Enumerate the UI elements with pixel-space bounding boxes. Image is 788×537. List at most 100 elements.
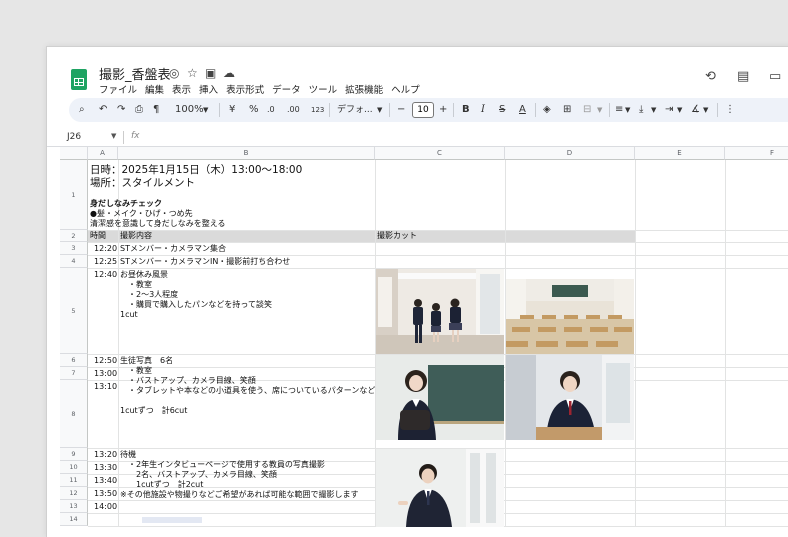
row-header[interactable]: 10 (60, 461, 88, 474)
menu-insert[interactable]: 挿入 (199, 82, 218, 96)
text-wrap-icon[interactable]: ⇥ (665, 103, 673, 117)
menu-tools[interactable]: ツール (309, 82, 338, 96)
comment-icon[interactable]: ▤ (737, 69, 749, 84)
font-size-input[interactable]: 10 (412, 102, 434, 118)
time-cell[interactable]: 12:50 (94, 356, 117, 366)
paint-format-icon[interactable]: ¶ (153, 103, 159, 117)
name-box-dropdown-icon[interactable]: ▼ (111, 132, 116, 140)
row-header[interactable]: 9 (60, 448, 88, 461)
meet-icon[interactable]: ▭ (769, 69, 781, 84)
time-cell[interactable]: 13:50 (94, 489, 117, 499)
row-header[interactable]: 13 (60, 500, 88, 513)
wrap-dropdown-icon[interactable]: ▼ (677, 103, 682, 117)
decrease-decimal-button[interactable]: .0 (267, 103, 275, 117)
at-sign-icon[interactable]: ◎ (169, 66, 179, 80)
menu-extensions[interactable]: 拡張機能 (345, 82, 383, 96)
italic-button[interactable]: I (481, 103, 485, 117)
event-date[interactable]: 日時：2025年1月15日（木）13:00〜18:00 (90, 164, 302, 177)
search-icon[interactable]: ⌕ (79, 103, 85, 117)
content-cell[interactable]: STメンバー・カメラマンIN・撮影前打ち合わせ (120, 257, 290, 267)
borders-icon[interactable]: ⊞ (563, 103, 571, 117)
strikethrough-button[interactable]: S (499, 103, 505, 117)
time-cell[interactable]: 14:00 (94, 502, 117, 512)
text-rotation-icon[interactable]: ∡ (691, 103, 700, 117)
time-cell[interactable]: 13:20 (94, 450, 117, 460)
menu-data[interactable]: データ (272, 82, 301, 96)
grooming-check-title[interactable]: 身だしなみチェック (90, 199, 162, 209)
horizontal-align-icon[interactable]: ≡ (615, 103, 623, 117)
menu-edit[interactable]: 編集 (145, 82, 164, 96)
time-cell[interactable]: 13:00 (94, 369, 117, 379)
column-header-a[interactable]: A (88, 147, 118, 160)
menu-format[interactable]: 表示形式 (226, 82, 264, 96)
zoom-select[interactable]: 100% (175, 103, 204, 117)
row-header[interactable]: 3 (60, 242, 88, 255)
row-header[interactable]: 11 (60, 474, 88, 487)
grooming-check-note[interactable]: 清潔感を意識して身だしなみを整える (90, 219, 226, 229)
time-cell[interactable]: 13:40 (94, 476, 117, 486)
cloud-status-icon: ☁ (223, 66, 235, 80)
grooming-check-items[interactable]: ●髪・メイク・ひげ・つめ先 (90, 209, 193, 219)
content-cell[interactable]: お昼休み風景 ・教室 ・2〜3人程度 ・購買で購入したパンなどを持って談笑 1c… (120, 270, 272, 320)
merge-cells-icon[interactable]: ⊟ (583, 103, 591, 117)
print-icon[interactable]: ⎙ (135, 103, 143, 117)
select-all-corner[interactable] (60, 147, 88, 160)
increase-font-size-button[interactable]: + (439, 103, 447, 117)
valign-dropdown-icon[interactable]: ▼ (651, 103, 656, 117)
more-options-icon[interactable]: ⋮ (725, 103, 735, 117)
horizontal-scrollbar[interactable] (142, 517, 202, 523)
row-header[interactable]: 8 (60, 380, 88, 448)
column-header-e[interactable]: E (635, 147, 725, 160)
row-header[interactable]: 6 (60, 354, 88, 367)
document-title[interactable]: 撮影_香盤表 (99, 64, 171, 83)
decrease-font-size-button[interactable]: − (397, 103, 405, 117)
menu-view[interactable]: 表示 (172, 82, 191, 96)
currency-button[interactable]: ¥ (229, 103, 235, 117)
column-header-c[interactable]: C (375, 147, 505, 160)
time-cell[interactable]: 12:20 (94, 244, 117, 254)
row-header[interactable]: 12 (60, 487, 88, 500)
sheets-logo-icon[interactable] (71, 69, 87, 90)
row-header[interactable]: 7 (60, 367, 88, 380)
zoom-dropdown-icon[interactable]: ▼ (203, 103, 208, 117)
font-select[interactable]: デフォ... (337, 103, 373, 117)
number-format-button[interactable]: 123 (311, 103, 324, 117)
name-box[interactable]: J26 (67, 132, 81, 142)
column-header-f[interactable]: F (725, 147, 788, 160)
header-time[interactable]: 時間 (90, 231, 106, 241)
menu-help[interactable]: ヘルプ (391, 82, 420, 96)
font-dropdown-icon[interactable]: ▼ (377, 103, 382, 117)
merge-dropdown-icon[interactable]: ▼ (597, 103, 602, 117)
header-cut[interactable]: 撮影カット (377, 231, 417, 241)
menu-file[interactable]: ファイル (99, 82, 137, 96)
star-icon[interactable]: ☆ (187, 66, 198, 80)
row-header[interactable]: 1 (60, 160, 88, 230)
increase-decimal-button[interactable]: .00 (287, 103, 300, 117)
column-header-d[interactable]: D (505, 147, 635, 160)
row-header[interactable]: 4 (60, 255, 88, 268)
percent-button[interactable]: % (249, 103, 259, 117)
move-folder-icon[interactable]: ▣ (205, 66, 216, 80)
row-header[interactable]: 2 (60, 230, 88, 242)
time-cell[interactable]: 13:30 (94, 463, 117, 473)
column-header-b[interactable]: B (118, 147, 375, 160)
halign-dropdown-icon[interactable]: ▼ (625, 103, 630, 117)
row-header[interactable]: 14 (60, 513, 88, 526)
fill-color-icon[interactable]: ◈ (543, 103, 551, 117)
content-cell[interactable]: 生徒写真 6名 ・教室 ・バストアップ、カメラ目線、笑顔 ・タブレットや本などの… (120, 356, 375, 416)
undo-icon[interactable]: ↶ (99, 103, 107, 117)
history-icon[interactable]: ⟲ (705, 69, 716, 84)
time-cell[interactable]: 12:25 (94, 257, 117, 267)
content-cell[interactable]: 待機 ・2年生インタビューページで使用する教員の写真撮影 2名、バストアップ、カ… (120, 450, 358, 500)
row-header[interactable]: 5 (60, 268, 88, 354)
vertical-align-icon[interactable]: ⤓ (639, 103, 643, 117)
event-place[interactable]: 場所：スタイルメント (90, 177, 195, 190)
rotation-dropdown-icon[interactable]: ▼ (703, 103, 708, 117)
content-cell[interactable]: STメンバー・カメラマン集合 (120, 244, 226, 254)
redo-icon[interactable]: ↷ (117, 103, 125, 117)
header-content[interactable]: 撮影内容 (120, 231, 152, 241)
time-cell[interactable]: 12:40 (94, 270, 117, 280)
bold-button[interactable]: B (462, 103, 470, 117)
time-cell[interactable]: 13:10 (94, 382, 117, 392)
text-color-button[interactable]: A (519, 103, 526, 117)
